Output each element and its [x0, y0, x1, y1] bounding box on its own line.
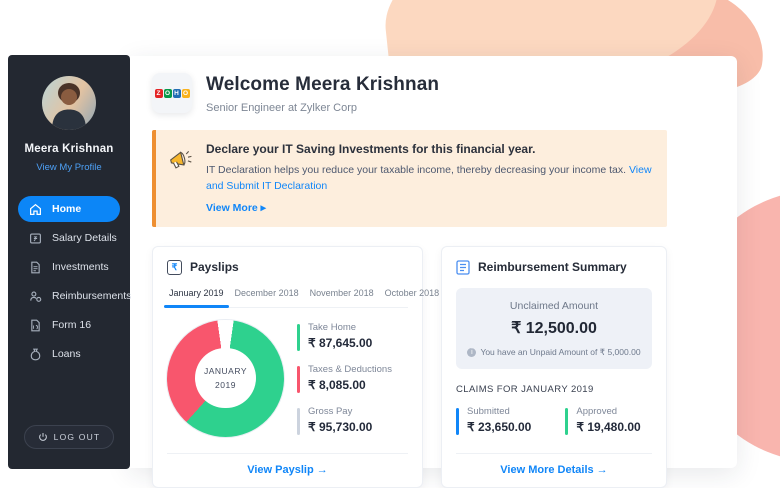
- sidebar-item-home[interactable]: Home: [18, 196, 120, 222]
- unclaimed-amount: ₹ 12,500.00: [462, 318, 646, 338]
- view-my-profile-link[interactable]: View My Profile: [8, 162, 130, 173]
- tab-december-2018[interactable]: December 2018: [233, 288, 301, 307]
- take-home-bar: [297, 324, 300, 351]
- reimbursements-icon: [29, 290, 42, 303]
- claims-approved: Approved ₹ 19,480.00: [565, 406, 640, 435]
- claims-title: CLAIMS FOR JANUARY 2019: [456, 384, 652, 395]
- view-payslip-link[interactable]: View Payslip →: [167, 453, 408, 487]
- legend-taxes-deductions: Taxes & Deductions ₹ 8,085.00: [297, 364, 392, 393]
- gross-pay-bar: [297, 408, 300, 435]
- sidebar: Meera Krishnan View My Profile Home Sala…: [8, 55, 130, 469]
- form-16-icon: [29, 319, 42, 332]
- megaphone-icon: [167, 146, 195, 174]
- loans-icon: [29, 348, 42, 361]
- reimbursement-doc-icon: [456, 260, 470, 275]
- unclaimed-amount-box: Unclaimed Amount ₹ 12,500.00 i You have …: [456, 288, 652, 369]
- sidebar-item-form-16[interactable]: Form 16: [8, 312, 130, 338]
- payslips-donut-chart: JANUARY 2019: [167, 320, 284, 437]
- view-more-details-link[interactable]: View More Details →: [456, 453, 652, 487]
- payslips-card: ₹ Payslips January 2019 December 2018 No…: [152, 246, 423, 488]
- claims-submitted: Submitted ₹ 23,650.00: [456, 406, 531, 435]
- main-panel: Z O H O Welcome Meera Krishnan Senior En…: [130, 56, 737, 468]
- welcome-header: Z O H O Welcome Meera Krishnan Senior En…: [152, 72, 667, 114]
- avatar-silhouette: [42, 76, 96, 130]
- banner-title: Declare your IT Saving Investments for t…: [206, 142, 653, 156]
- sidebar-item-salary-details[interactable]: Salary Details: [8, 225, 130, 251]
- legend-gross-pay: Gross Pay ₹ 95,730.00: [297, 406, 392, 435]
- unclaimed-label: Unclaimed Amount: [462, 300, 646, 312]
- logout-button[interactable]: LOG OUT: [24, 425, 115, 449]
- sidebar-menu: Home Salary Details Investments Reimburs…: [8, 196, 130, 367]
- sidebar-item-loans[interactable]: Loans: [8, 341, 130, 367]
- tab-january-2019[interactable]: January 2019: [167, 288, 226, 307]
- sidebar-user-name: Meera Krishnan: [8, 143, 130, 155]
- logo-letter-z: Z: [155, 89, 163, 98]
- reimbursement-card: Reimbursement Summary Unclaimed Amount ₹…: [441, 246, 667, 488]
- power-icon: [38, 432, 48, 442]
- payslips-card-title: Payslips: [190, 260, 239, 274]
- home-icon: [29, 203, 42, 216]
- sidebar-item-investments[interactable]: Investments: [8, 254, 130, 280]
- approved-bar: [565, 408, 568, 435]
- banner-text: IT Declaration helps you reduce your tax…: [206, 164, 626, 176]
- view-more-link[interactable]: View More ▸: [206, 202, 266, 214]
- it-declaration-banner: Declare your IT Saving Investments for t…: [152, 130, 667, 227]
- donut-center-label: JANUARY 2019: [195, 348, 256, 409]
- avatar[interactable]: [42, 76, 96, 130]
- company-logo: Z O H O: [152, 73, 192, 113]
- legend-take-home: Take Home ₹ 87,645.00: [297, 322, 392, 351]
- payslip-month-tabs: January 2019 December 2018 November 2018…: [167, 288, 408, 308]
- payslip-rupee-icon: ₹: [167, 260, 182, 275]
- tab-october-2018[interactable]: October 2018: [383, 288, 442, 307]
- logo-letter-o1: O: [164, 89, 172, 98]
- info-icon: i: [467, 348, 476, 357]
- salary-details-icon: [29, 232, 42, 245]
- banner-body: IT Declaration helps you reduce your tax…: [206, 163, 653, 195]
- logo-letter-h: H: [173, 89, 181, 98]
- reimbursement-card-title: Reimbursement Summary: [478, 260, 627, 274]
- page-subtitle: Senior Engineer at Zylker Corp: [206, 102, 439, 114]
- unpaid-note: You have an Unpaid Amount of ₹ 5,000.00: [480, 347, 640, 358]
- taxes-bar: [297, 366, 300, 393]
- investments-icon: [29, 261, 42, 274]
- sidebar-item-reimbursements[interactable]: Reimbursements: [8, 283, 130, 309]
- page-title: Welcome Meera Krishnan: [206, 74, 439, 96]
- submitted-bar: [456, 408, 459, 435]
- tab-november-2018[interactable]: November 2018: [308, 288, 376, 307]
- logo-letter-o2: O: [182, 89, 190, 98]
